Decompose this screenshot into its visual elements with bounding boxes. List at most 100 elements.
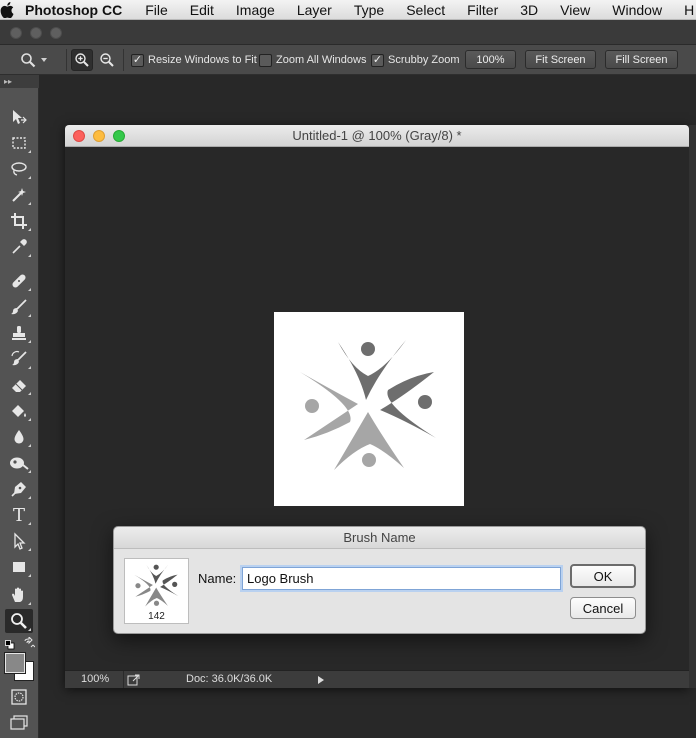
document-titlebar[interactable]: Untitled-1 @ 100% (Gray/8) * [65, 125, 689, 147]
menu-filter[interactable]: Filter [456, 2, 509, 18]
dialog-title: Brush Name [114, 527, 645, 549]
app-zoom-button[interactable] [50, 27, 62, 39]
swap-colors-button[interactable] [23, 635, 36, 648]
hand-tool[interactable] [5, 583, 33, 607]
cancel-button[interactable]: Cancel [570, 597, 636, 619]
zoom-all-windows-checkbox[interactable] [259, 53, 272, 67]
zoom-100-button[interactable]: 100% [465, 50, 516, 69]
play-arrow-icon [318, 676, 324, 684]
zoom-all-windows-option[interactable]: Zoom All Windows [259, 52, 366, 68]
magic-wand-icon [12, 188, 26, 202]
name-label: Name: [198, 571, 237, 586]
blur-drop-icon [14, 430, 24, 444]
arrow-icon [14, 532, 26, 550]
marquee-tool[interactable] [5, 131, 33, 155]
chevron-down-icon [41, 58, 47, 62]
apple-icon[interactable] [0, 0, 14, 19]
doc-close-button[interactable] [73, 130, 85, 142]
menu-view[interactable]: View [549, 2, 601, 18]
swap-arrows-icon [24, 635, 36, 648]
move-icon [13, 110, 27, 124]
path-selection-tool[interactable] [5, 529, 33, 553]
menu-select[interactable]: Select [395, 2, 456, 18]
tools-panel-collapse[interactable]: ▸▸ [0, 75, 39, 88]
share-icon [127, 674, 140, 686]
magnifier-icon [21, 53, 36, 68]
resize-windows-label: Resize Windows to Fit [148, 54, 257, 66]
menu-app-name[interactable]: Photoshop CC [14, 2, 134, 18]
brush-icon [11, 299, 27, 315]
eraser-tool[interactable] [5, 373, 33, 397]
tool-preset-picker[interactable] [20, 49, 60, 71]
history-brush-tool[interactable] [5, 347, 33, 371]
paint-bucket-tool[interactable] [5, 399, 33, 423]
tools-panel: ▸▸ T [0, 75, 39, 738]
move-tool[interactable] [5, 105, 33, 129]
stamp-icon [12, 326, 26, 340]
clone-stamp-tool[interactable] [5, 321, 33, 345]
separator [66, 49, 67, 71]
healing-brush-tool[interactable] [5, 269, 33, 293]
brush-size-label: 142 [148, 611, 165, 622]
canvas-image[interactable] [274, 312, 464, 506]
app-close-button[interactable] [10, 27, 22, 39]
menu-edit[interactable]: Edit [179, 2, 225, 18]
rectangle-icon [13, 562, 25, 572]
crop-tool[interactable] [5, 209, 33, 233]
eyedropper-tool[interactable] [5, 235, 33, 259]
fill-screen-button[interactable]: Fill Screen [605, 50, 678, 69]
menu-type[interactable]: Type [343, 2, 395, 18]
screen-mode-button[interactable] [5, 711, 33, 735]
resize-windows-option[interactable]: ✓ Resize Windows to Fit [131, 52, 257, 68]
scrubby-zoom-label: Scrubby Zoom [388, 54, 460, 66]
magic-wand-tool[interactable] [5, 183, 33, 207]
status-menu-button[interactable] [317, 675, 325, 685]
dodge-icon [10, 457, 29, 470]
share-button[interactable] [127, 673, 141, 686]
zoom-tool[interactable] [5, 609, 33, 633]
history-brush-icon [11, 350, 27, 366]
blur-tool[interactable] [5, 425, 33, 449]
menu-help[interactable]: H [673, 2, 696, 18]
doc-zoom-button[interactable] [113, 130, 125, 142]
document-scrollbar[interactable] [689, 125, 696, 688]
screen-mode-icon [10, 715, 28, 730]
logo-figures-icon [300, 340, 436, 470]
zoom-all-windows-label: Zoom All Windows [276, 54, 367, 66]
type-icon: T [12, 504, 25, 526]
menu-layer[interactable]: Layer [286, 2, 343, 18]
menu-image[interactable]: Image [225, 2, 286, 18]
zoom-out-button[interactable] [96, 49, 118, 71]
brush-name-input[interactable] [242, 567, 561, 590]
ok-button[interactable]: OK [570, 564, 636, 588]
resize-windows-checkbox[interactable]: ✓ [131, 53, 144, 67]
zoom-level-field[interactable]: 100% [81, 673, 109, 685]
paint-bucket-icon [12, 405, 26, 417]
menu-window[interactable]: Window [601, 2, 673, 18]
hand-icon [12, 587, 23, 602]
app-minimize-button[interactable] [30, 27, 42, 39]
zoom-in-button[interactable] [71, 49, 93, 71]
lasso-tool[interactable] [5, 157, 33, 181]
options-bar: ✓ Resize Windows to Fit Zoom All Windows… [0, 45, 696, 75]
quick-mask-button[interactable] [5, 685, 33, 709]
menu-file[interactable]: File [134, 2, 179, 18]
brush-logo-icon [134, 564, 179, 607]
foreground-color-swatch[interactable] [4, 652, 26, 674]
fit-screen-button[interactable]: Fit Screen [525, 50, 596, 69]
menu-3d[interactable]: 3D [509, 2, 549, 18]
quick-mask-icon [11, 689, 27, 705]
brush-preview: 142 [124, 558, 189, 624]
rectangle-tool[interactable] [5, 555, 33, 579]
eraser-icon [12, 380, 26, 392]
doc-minimize-button[interactable] [93, 130, 105, 142]
type-tool[interactable]: T [5, 503, 33, 527]
marquee-icon [12, 137, 26, 149]
scrubby-zoom-checkbox[interactable]: ✓ [371, 53, 384, 67]
brush-tool[interactable] [5, 295, 33, 319]
scrubby-zoom-option[interactable]: ✓ Scrubby Zoom [371, 52, 460, 68]
pen-tool[interactable] [5, 477, 33, 501]
default-colors-button[interactable] [5, 637, 15, 650]
crop-icon [11, 213, 27, 229]
dodge-tool[interactable] [5, 451, 33, 475]
